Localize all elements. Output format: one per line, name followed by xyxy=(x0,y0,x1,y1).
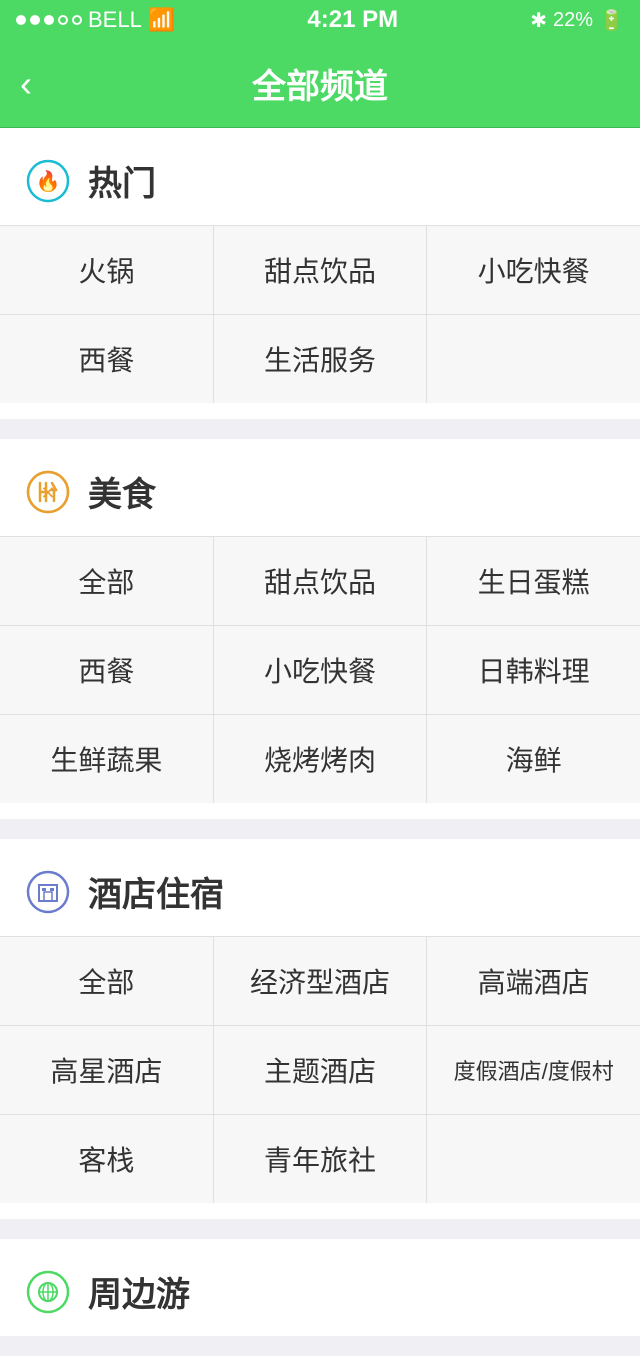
section-title-hotel: 酒店住宿 xyxy=(88,867,224,916)
bluetooth-icon: ✱ xyxy=(530,8,547,33)
list-item[interactable]: 主题酒店 xyxy=(214,1026,427,1114)
list-item[interactable]: 生活服务 xyxy=(214,315,427,403)
section-title-hot: 热门 xyxy=(88,156,156,205)
content-area: 🔥 热门 火锅 甜点饮品 小吃快餐 西餐 生活服务 xyxy=(0,128,640,1336)
dot3 xyxy=(44,15,54,25)
section-header-travel: 周边游 xyxy=(0,1239,640,1336)
page-title: 全部频道 xyxy=(252,59,388,108)
list-item[interactable]: 青年旅社 xyxy=(214,1115,427,1203)
list-item[interactable]: 小吃快餐 xyxy=(427,226,640,314)
list-item[interactable]: 火锅 xyxy=(0,226,213,314)
food-icon: ✕ xyxy=(24,468,72,516)
section-title-travel: 周边游 xyxy=(88,1267,190,1316)
list-item[interactable]: 烧烤烤肉 xyxy=(214,715,427,803)
section-hotel: 酒店住宿 全部 经济型酒店 高端酒店 高星酒店 主题酒店 度假酒店/度假村 客栈… xyxy=(0,839,640,1219)
dot4 xyxy=(58,15,68,25)
wifi-icon: 📶 xyxy=(148,7,175,33)
list-item[interactable]: 经济型酒店 xyxy=(214,937,427,1025)
section-header-food: ✕ 美食 xyxy=(0,439,640,536)
back-button[interactable]: ‹ xyxy=(20,63,32,105)
time-display: 4:21 PM xyxy=(307,6,398,34)
hotel-grid: 全部 经济型酒店 高端酒店 高星酒店 主题酒店 度假酒店/度假村 客栈 青年旅社 xyxy=(0,936,640,1203)
dot5 xyxy=(72,15,82,25)
hot-grid: 火锅 甜点饮品 小吃快餐 西餐 生活服务 xyxy=(0,225,640,403)
carrier-label: BELL xyxy=(88,7,142,33)
battery-icon: 🔋 xyxy=(599,8,624,33)
list-item[interactable]: 高星酒店 xyxy=(0,1026,213,1114)
section-hot: 🔥 热门 火锅 甜点饮品 小吃快餐 西餐 生活服务 xyxy=(0,128,640,419)
svg-text:✕: ✕ xyxy=(40,483,55,503)
section-travel: 周边游 xyxy=(0,1239,640,1336)
list-item[interactable]: 甜点饮品 xyxy=(214,537,427,625)
section-food: ✕ 美食 全部 甜点饮品 生日蛋糕 西餐 小吃快餐 日韩料理 生鲜蔬果 烧烤烤肉… xyxy=(0,439,640,819)
list-item[interactable]: 全部 xyxy=(0,537,213,625)
list-item[interactable]: 客栈 xyxy=(0,1115,213,1203)
list-item[interactable]: 度假酒店/度假村 xyxy=(427,1026,640,1114)
status-bar: BELL 📶 4:21 PM ✱ 22% 🔋 xyxy=(0,0,640,40)
list-item[interactable]: 日韩料理 xyxy=(427,626,640,714)
hotel-icon xyxy=(24,868,72,916)
section-title-food: 美食 xyxy=(88,467,156,516)
list-item[interactable]: 生日蛋糕 xyxy=(427,537,640,625)
dot2 xyxy=(30,15,40,25)
list-item-empty xyxy=(427,1115,640,1203)
svg-text:🔥: 🔥 xyxy=(36,169,61,193)
battery-percent: 22% xyxy=(553,9,593,32)
list-item-empty xyxy=(427,315,640,403)
section-header-hot: 🔥 热门 xyxy=(0,128,640,225)
list-item[interactable]: 全部 xyxy=(0,937,213,1025)
food-grid: 全部 甜点饮品 生日蛋糕 西餐 小吃快餐 日韩料理 生鲜蔬果 烧烤烤肉 海鲜 xyxy=(0,536,640,803)
list-item[interactable]: 西餐 xyxy=(0,315,213,403)
dot1 xyxy=(16,15,26,25)
list-item[interactable]: 小吃快餐 xyxy=(214,626,427,714)
travel-icon xyxy=(24,1268,72,1316)
signal-dots xyxy=(16,15,82,25)
list-item[interactable]: 西餐 xyxy=(0,626,213,714)
section-header-hotel: 酒店住宿 xyxy=(0,839,640,936)
list-item[interactable]: 生鲜蔬果 xyxy=(0,715,213,803)
navigation-header: ‹ 全部频道 xyxy=(0,40,640,128)
list-item[interactable]: 海鲜 xyxy=(427,715,640,803)
list-item[interactable]: 高端酒店 xyxy=(427,937,640,1025)
list-item[interactable]: 甜点饮品 xyxy=(214,226,427,314)
status-right: ✱ 22% 🔋 xyxy=(530,8,624,33)
status-left: BELL 📶 xyxy=(16,7,175,33)
hot-icon: 🔥 xyxy=(24,157,72,205)
